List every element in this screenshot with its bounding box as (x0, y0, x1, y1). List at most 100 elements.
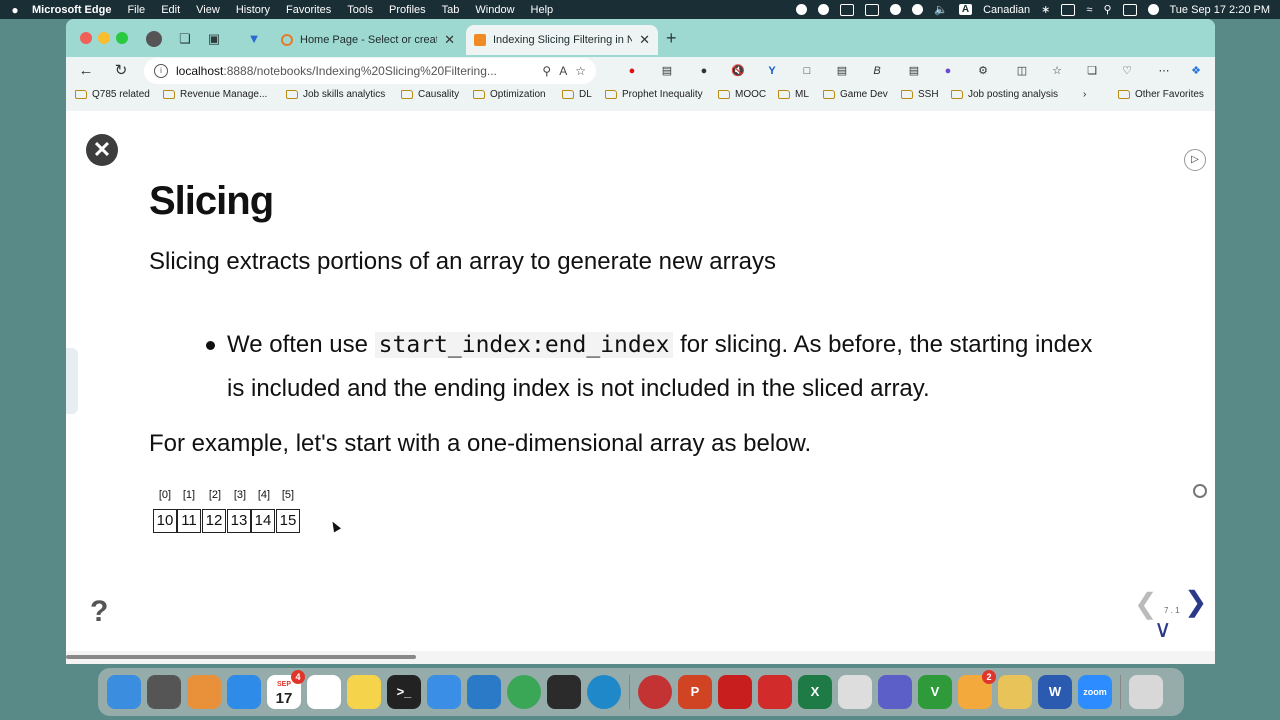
dock-crossover-icon[interactable] (638, 675, 672, 709)
dock-acrobat-icon[interactable] (718, 675, 752, 709)
dock-zoom-icon[interactable]: zoom (1078, 675, 1112, 709)
performance-icon[interactable]: ♡ (1119, 63, 1135, 79)
bookmark-folder[interactable]: Game Dev (823, 89, 888, 100)
input-source-label[interactable]: Canadian (983, 4, 1030, 16)
bookmark-folder[interactable]: Causality (401, 89, 459, 100)
collections-icon[interactable]: ❏ (1084, 63, 1100, 79)
menu-help[interactable]: Help (523, 4, 562, 16)
dock-trash-icon[interactable] (1129, 675, 1163, 709)
control-center-icon[interactable] (1122, 3, 1137, 16)
menu-view[interactable]: View (188, 4, 228, 16)
camera-off-icon[interactable] (912, 4, 924, 15)
screen-icon[interactable] (865, 3, 880, 16)
color-extension-icon[interactable]: ● (940, 63, 956, 79)
dock-excel-icon[interactable]: X (798, 675, 832, 709)
dock-terminal-icon[interactable]: >_ (387, 675, 421, 709)
maximize-window-button[interactable] (116, 32, 128, 44)
wifi-icon[interactable]: ≈ (1086, 4, 1092, 16)
dock-vim-icon[interactable]: V (918, 675, 952, 709)
dock-finder-icon[interactable] (107, 675, 141, 709)
counter-extension-icon[interactable]: ▤ (906, 63, 922, 79)
scrollbar-thumb[interactable] (66, 655, 416, 659)
puzzle-extensions-icon[interactable]: ⚙ (975, 63, 991, 79)
menu-profiles[interactable]: Profiles (381, 4, 434, 16)
tab-indexing-slicing[interactable]: Indexing Slicing Filtering in Nun ✕ (466, 25, 658, 55)
menu-edit[interactable]: Edit (153, 4, 188, 16)
dock-powerpoint-icon[interactable]: P (678, 675, 712, 709)
bookmark-folder[interactable]: SSH (901, 89, 939, 100)
slides-extension-icon[interactable]: ▤ (834, 63, 850, 79)
info-icon[interactable]: i (154, 64, 168, 78)
split-screen-icon[interactable]: ◫ (1014, 63, 1030, 79)
volume-icon[interactable]: 🔈 (934, 3, 948, 16)
menu-window[interactable]: Window (467, 4, 522, 16)
dock-teams-icon[interactable] (878, 675, 912, 709)
tab-home-page[interactable]: Home Page - Select or create a ✕ (273, 25, 463, 55)
copilot-icon[interactable]: ❖ (1188, 63, 1204, 79)
menu-app-name[interactable]: Microsoft Edge (30, 4, 119, 16)
bookmark-folder[interactable]: MOOC (718, 89, 766, 100)
dock-safari-icon[interactable] (227, 675, 261, 709)
menu-file[interactable]: File (119, 4, 153, 16)
siri-icon[interactable] (1147, 4, 1159, 15)
bold-extension-icon[interactable]: B (869, 63, 885, 79)
minimize-window-button[interactable] (98, 32, 110, 44)
doc-extension-icon[interactable]: □ (799, 63, 815, 79)
opera-extension-icon[interactable]: ● (624, 63, 640, 79)
dock-pencil-icon[interactable] (998, 675, 1032, 709)
dock-edge-icon[interactable] (587, 675, 621, 709)
bookmark-folder-other[interactable]: Other Favorites (1118, 89, 1204, 100)
horizontal-scrollbar[interactable] (66, 651, 1215, 664)
bookmarks-overflow-icon[interactable]: › (1083, 89, 1086, 100)
mute-tab-icon[interactable]: 🔇 (730, 63, 746, 79)
sidebar-toggle-icon[interactable]: ▷ (1184, 149, 1206, 171)
bookmark-folder[interactable]: Q785 related (75, 89, 150, 100)
bookmark-folder[interactable]: DL (562, 89, 592, 100)
apple-menu-icon[interactable]: ● (0, 3, 30, 17)
tab-close-icon[interactable]: ✕ (444, 32, 455, 48)
read-aloud-icon[interactable]: A (559, 64, 567, 78)
dock-reminders-icon[interactable] (307, 675, 341, 709)
bookmark-folder[interactable]: Job skills analytics (286, 89, 385, 100)
scroll-indicator-icon[interactable] (1193, 484, 1207, 498)
tab-actions-icon[interactable]: ▣ (206, 31, 222, 47)
down-slide-chevron-icon[interactable]: ∨ (1154, 615, 1172, 644)
bookmark-folder[interactable]: Prophet Inequality (605, 89, 703, 100)
dock-acrobat-reader-icon[interactable] (758, 675, 792, 709)
dock-calendar-icon[interactable]: SEP 17 4 (267, 670, 305, 709)
bookmark-folder[interactable]: Job posting analysis (951, 89, 1058, 100)
cloud-icon[interactable] (890, 4, 902, 15)
menu-tools[interactable]: Tools (339, 4, 381, 16)
dock-word-icon[interactable]: W (1038, 675, 1072, 709)
dock-launchpad-icon[interactable] (187, 675, 221, 709)
back-arrow-icon[interactable]: ← (76, 61, 96, 81)
menu-history[interactable]: History (228, 4, 278, 16)
zoom-status-icon[interactable] (818, 4, 830, 15)
address-bar[interactable]: i localhost:8888/notebooks/Indexing%20Sl… (144, 58, 596, 84)
dock-textedit-icon[interactable] (838, 675, 872, 709)
vpn-extension-icon[interactable]: Y (764, 63, 780, 79)
menu-tab[interactable]: Tab (434, 4, 468, 16)
menu-favorites[interactable]: Favorites (278, 4, 339, 16)
dock-chrome-icon[interactable] (507, 675, 541, 709)
dock-photos-icon[interactable]: 2 (958, 670, 996, 709)
dock-activity-monitor-icon[interactable] (547, 675, 581, 709)
bookmark-folder[interactable]: ML (778, 89, 809, 100)
side-panel-handle[interactable] (66, 348, 78, 414)
profile-avatar[interactable] (146, 31, 162, 47)
zoom-icon[interactable]: ⚲ (542, 64, 551, 78)
help-icon[interactable]: ? (90, 595, 108, 629)
next-slide-chevron-icon[interactable]: ❯ (1184, 585, 1207, 618)
spotlight-icon[interactable]: ⚲ (1103, 3, 1111, 16)
new-tab-icon[interactable]: + (666, 28, 677, 49)
more-menu-icon[interactable]: ⋯ (1156, 63, 1172, 79)
pinned-tab-icon[interactable]: ▼ (246, 31, 262, 47)
tab-close-icon[interactable]: ✕ (639, 32, 650, 48)
workspaces-icon[interactable]: ❏ (177, 31, 193, 47)
close-window-button[interactable] (80, 32, 92, 44)
close-slideshow-icon[interactable]: ✕ (86, 134, 118, 166)
dock-calculator-icon[interactable] (147, 675, 181, 709)
extension-icon[interactable]: ▤ (659, 63, 675, 79)
bookmark-folder[interactable]: Revenue Manage... (163, 89, 267, 100)
bookmark-folder[interactable]: Optimization (473, 89, 546, 100)
